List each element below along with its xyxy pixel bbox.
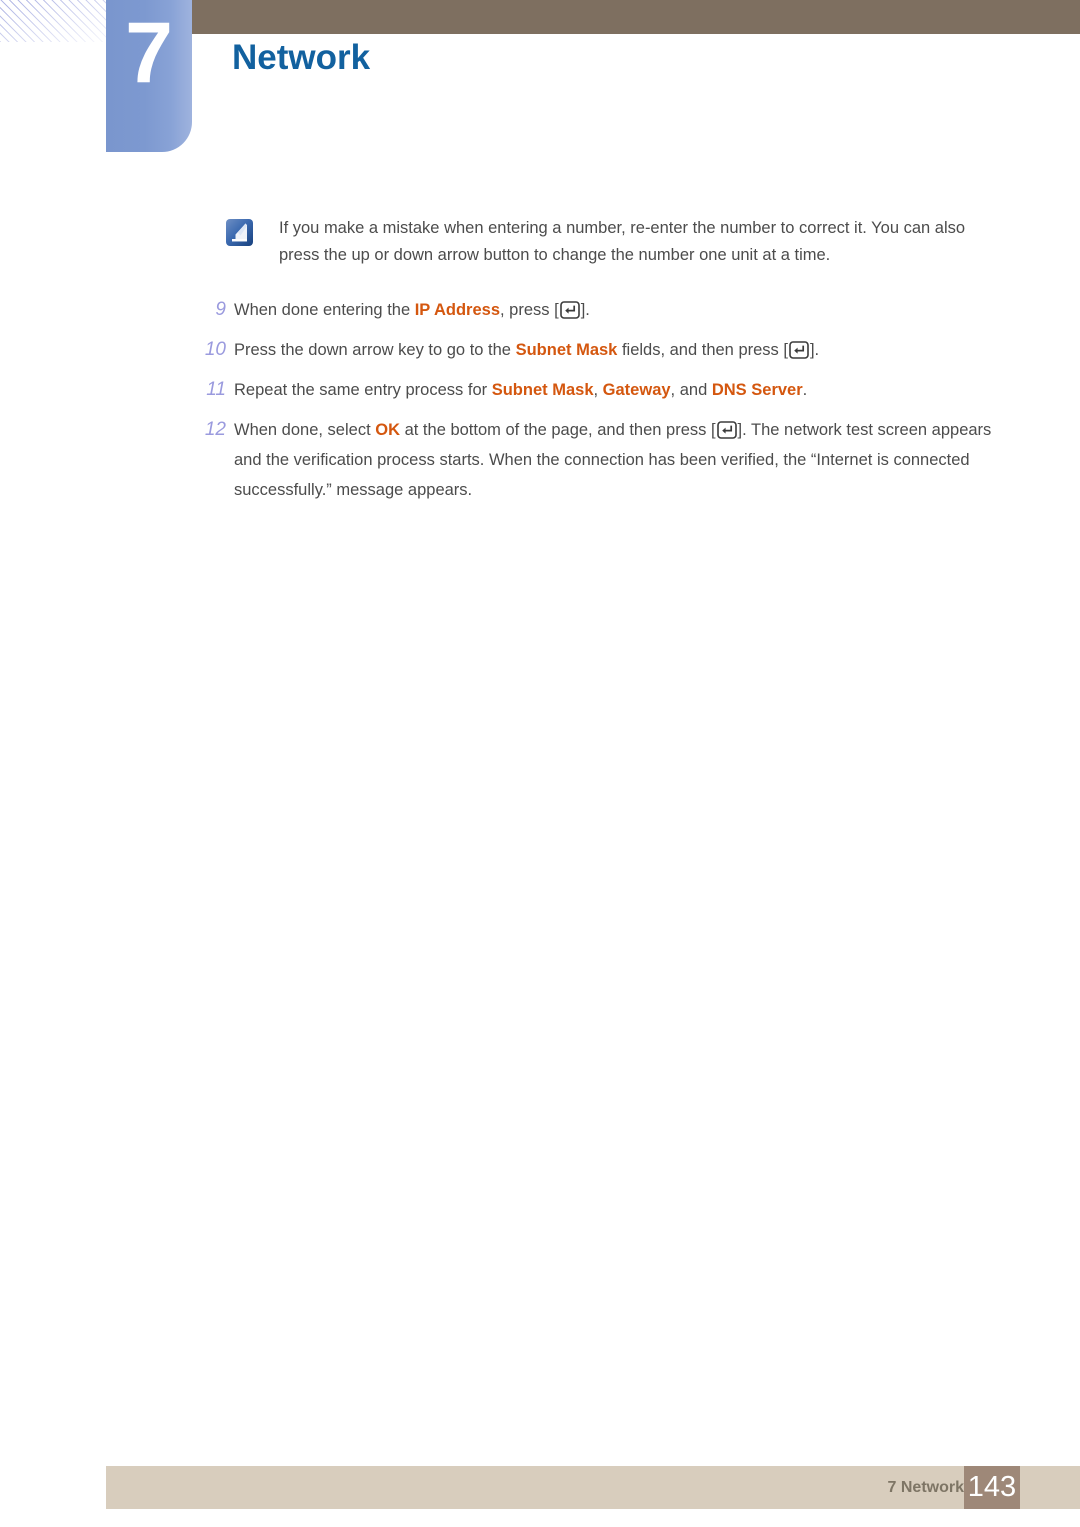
step-number: 10 (204, 339, 226, 360)
page-footer: 7 Network 143 (106, 1466, 1080, 1509)
plain-text: ]. (580, 301, 590, 319)
page-content: If you make a mistake when entering a nu… (0, 215, 1080, 515)
plain-text: , and (670, 381, 712, 399)
plain-text: When done, select (234, 421, 376, 439)
step-item: 10 Press the down arrow key to go to the … (192, 335, 1008, 365)
page-title: Network (232, 38, 371, 77)
step-item: 12 When done, select OK at the bottom of … (192, 415, 1008, 505)
footer-page-number: 143 (964, 1466, 1020, 1509)
step-text: Repeat the same entry process for Subnet… (234, 381, 807, 399)
note-callout: If you make a mistake when entering a nu… (226, 215, 986, 275)
plain-text: ]. (809, 341, 820, 359)
enter-key-icon (789, 341, 809, 359)
step-number: 9 (215, 299, 226, 320)
step-number: 12 (204, 419, 226, 440)
plain-text: fields, and then press [ (617, 341, 788, 359)
step-item: 9 When done entering the IP Address, pres… (192, 295, 1008, 325)
highlighted-term: DNS Server (711, 381, 803, 399)
enter-key-icon (716, 421, 737, 439)
note-pen-icon (226, 219, 253, 246)
note-text: If you make a mistake when entering a nu… (279, 215, 986, 269)
highlighted-term: OK (375, 421, 400, 439)
highlighted-term: Subnet Mask (491, 381, 594, 399)
page-header: 7 Network (0, 0, 1080, 160)
plain-text: . (802, 381, 808, 399)
note-line-1: If you make a mistake when entering a nu… (279, 219, 966, 237)
header-brown-bar (192, 0, 1080, 34)
plain-text: , press [ (500, 301, 559, 319)
highlighted-term: Subnet Mask (515, 341, 618, 359)
chapter-number-badge: 7 (106, 0, 192, 152)
plain-text: at the bottom of the page, and then pres… (400, 421, 716, 439)
plain-text: When done entering the (234, 301, 415, 319)
plain-text: Repeat the same entry process for (234, 381, 492, 399)
enter-key-icon (559, 301, 580, 319)
step-item: 11 Repeat the same entry process for Subn… (192, 375, 1008, 405)
numbered-steps-list: 9 When done entering the IP Address, pres… (0, 295, 1080, 505)
chapter-number: 7 (125, 5, 173, 101)
note-line-2: press the up or down arrow button to cha… (279, 246, 831, 264)
highlighted-term: Gateway (602, 381, 671, 399)
highlighted-term: IP Address (414, 301, 501, 319)
plain-text: Press the down arrow key to go to the (234, 341, 516, 359)
plain-text: , (593, 381, 603, 399)
step-text: When done, select OK at the bottom of th… (234, 421, 991, 499)
step-text: When done entering the IP Address, press… (234, 301, 590, 319)
footer-chapter-label: 7 Network (887, 1479, 964, 1496)
step-number: 11 (206, 379, 226, 400)
decorative-hatch-pattern (0, 0, 106, 42)
step-text: Press the down arrow key to go to the Su… (234, 341, 819, 359)
